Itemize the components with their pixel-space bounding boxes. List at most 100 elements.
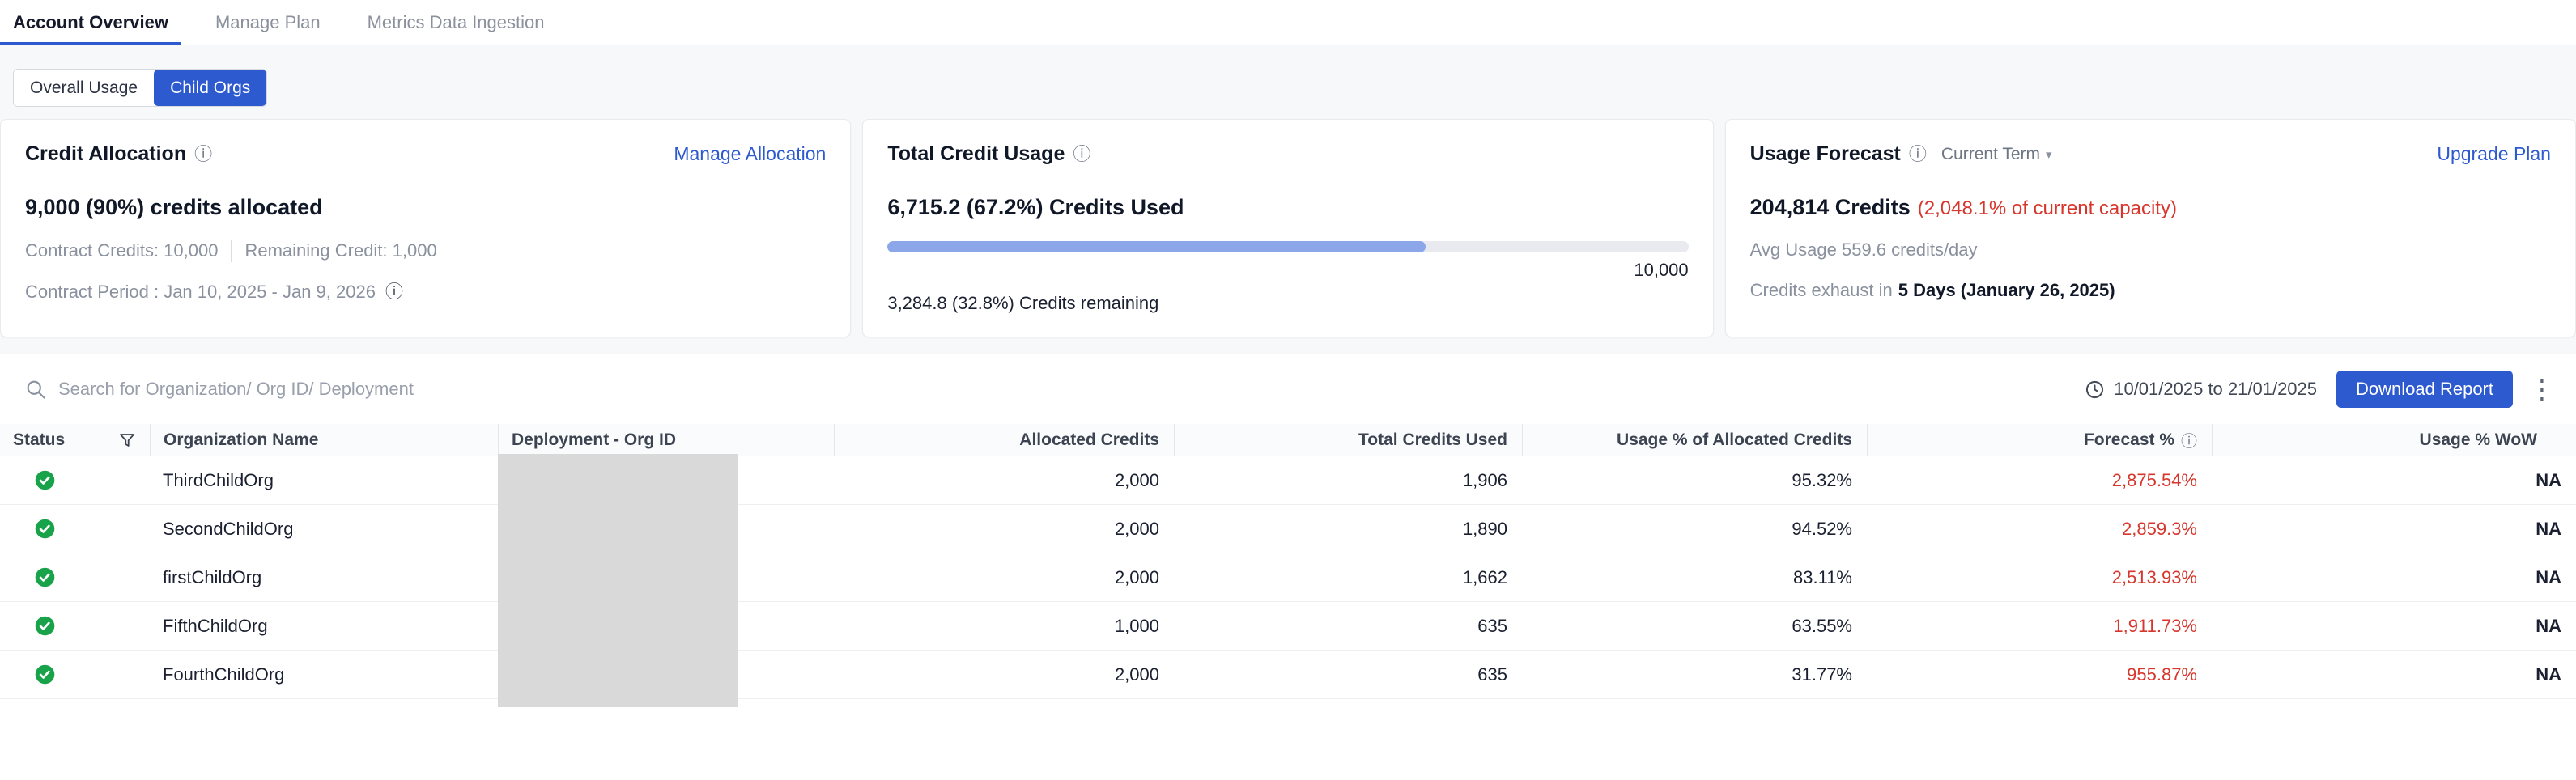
total-credit-usage-title: Total Credit Usage [887, 142, 1065, 166]
search-icon [24, 378, 47, 401]
status-ok-icon [34, 518, 56, 540]
org-name-cell: SecondChildOrg [150, 505, 498, 553]
redacted-deployment-column [498, 454, 738, 707]
usage-wow-cell: NA [2212, 602, 2576, 650]
col-header-organization-name[interactable]: Organization Name [150, 424, 498, 456]
total-credits-used-cell: 1,906 [1174, 456, 1522, 504]
total-credit-usage-card: Total Credit Usage ⓘ 6,715.2 (67.2%) Cre… [862, 119, 1713, 337]
info-icon[interactable]: ⓘ [1073, 146, 1090, 163]
org-name-cell: ThirdChildOrg [150, 456, 498, 504]
usage-wow-cell: NA [2212, 553, 2576, 601]
total-credits-used-cell: 1,662 [1174, 553, 1522, 601]
forecast-pct-cell: 2,875.54% [1867, 456, 2212, 504]
tab-account-overview[interactable]: Account Overview [0, 0, 181, 45]
table-row[interactable]: SecondChildOrg 2,000 1,890 94.52% 2,859.… [0, 505, 2576, 553]
upgrade-plan-link[interactable]: Upgrade Plan [2437, 143, 2551, 165]
search-input[interactable] [58, 379, 868, 400]
exhaust-date-text: 5 Days (January 26, 2025) [1898, 280, 2115, 301]
usage-progress-fill [887, 241, 1426, 252]
forecast-capacity-warning: (2,048.1% of current capacity) [1918, 197, 2177, 220]
table-row[interactable]: ThirdChildOrg 2,000 1,906 95.32% 2,875.5… [0, 456, 2576, 505]
usage-pct-cell: 83.11% [1522, 553, 1867, 601]
date-range-picker[interactable]: 10/01/2025 to 21/01/2025 [2084, 379, 2317, 401]
allocated-credits-cell: 2,000 [834, 651, 1174, 698]
segment-child-orgs[interactable]: Child Orgs [154, 70, 266, 106]
table-row[interactable]: FifthChildOrg 1,000 635 63.55% 1,911.73%… [0, 602, 2576, 651]
credits-remaining-text: 3,284.8 (32.8%) Credits remaining [887, 293, 1688, 314]
col-header-forecast-pct[interactable]: Forecast % ⓘ [1867, 424, 2212, 456]
total-credits-used-cell: 635 [1174, 602, 1522, 650]
credits-used-headline: 6,715.2 (67.2%) Credits Used [887, 195, 1688, 220]
contract-period-text: Contract Period : Jan 10, 2025 - Jan 9, … [25, 282, 376, 303]
col-header-allocated-credits[interactable]: Allocated Credits [834, 424, 1174, 456]
tab-metrics-data-ingestion[interactable]: Metrics Data Ingestion [355, 0, 558, 45]
allocated-credits-cell: 2,000 [834, 505, 1174, 553]
table-toolbar: 10/01/2025 to 21/01/2025 Download Report… [0, 354, 2576, 424]
forecast-pct-cell: 2,859.3% [1867, 505, 2212, 553]
status-ok-icon [34, 615, 56, 637]
info-icon[interactable]: ⓘ [1909, 146, 1927, 163]
usage-pct-cell: 95.32% [1522, 456, 1867, 504]
avg-usage-text: Avg Usage 559.6 credits/day [1750, 240, 1978, 261]
org-table-body: ThirdChildOrg 2,000 1,906 95.32% 2,875.5… [0, 456, 2576, 699]
org-name-cell: firstChildOrg [150, 553, 498, 601]
org-name-cell: FifthChildOrg [150, 602, 498, 650]
org-name-cell: FourthChildOrg [150, 651, 498, 698]
usage-wow-cell: NA [2212, 651, 2576, 698]
status-ok-icon [34, 566, 56, 588]
manage-allocation-link[interactable]: Manage Allocation [674, 143, 826, 165]
total-credits-used-cell: 1,890 [1174, 505, 1522, 553]
divider [231, 240, 232, 262]
allocated-credits-cell: 2,000 [834, 553, 1174, 601]
kebab-menu-icon[interactable]: ⋮ [2529, 376, 2555, 402]
segment-overall-usage[interactable]: Overall Usage [14, 70, 154, 106]
contract-credits-text: Contract Credits: 10,000 [25, 240, 218, 261]
table-header-row: Status Organization Name Deployment - Or… [0, 424, 2576, 456]
usage-forecast-card: Usage Forecast ⓘ Current Term ▾ Upgrade … [1725, 119, 2576, 337]
forecast-pct-cell: 2,513.93% [1867, 553, 2212, 601]
col-header-total-credits-used[interactable]: Total Credits Used [1174, 424, 1522, 456]
col-header-usage-wow[interactable]: Usage % WoW [2212, 424, 2576, 456]
total-credits-used-cell: 635 [1174, 651, 1522, 698]
col-header-status[interactable]: Status [0, 424, 150, 456]
usage-wow-cell: NA [2212, 505, 2576, 553]
forecast-pct-cell: 1,911.73% [1867, 602, 2212, 650]
usage-wow-cell: NA [2212, 456, 2576, 504]
status-ok-icon [34, 469, 56, 491]
table-row[interactable]: FourthChildOrg 2,000 635 31.77% 955.87% … [0, 651, 2576, 699]
term-selector[interactable]: Current Term ▾ [1941, 145, 2052, 164]
forecast-pct-cell: 955.87% [1867, 651, 2212, 698]
status-ok-icon [34, 663, 56, 685]
usage-pct-cell: 63.55% [1522, 602, 1867, 650]
info-icon[interactable]: ⓘ [385, 283, 403, 301]
usage-pct-cell: 94.52% [1522, 505, 1867, 553]
col-header-usage-pct[interactable]: Usage % of Allocated Credits [1522, 424, 1867, 456]
chevron-down-icon: ▾ [2046, 147, 2052, 162]
summary-cards: Credit Allocation ⓘ Manage Allocation 9,… [0, 119, 2576, 337]
table-row[interactable]: firstChildOrg 2,000 1,662 83.11% 2,513.9… [0, 553, 2576, 602]
progress-total-label: 10,000 [887, 260, 1688, 281]
download-report-button[interactable]: Download Report [2336, 371, 2513, 408]
exhaust-prefix-text: Credits exhaust in [1750, 280, 1893, 301]
usage-scope-segmented-control: Overall Usage Child Orgs [13, 69, 267, 107]
clock-icon [2084, 379, 2106, 401]
date-range-label: 10/01/2025 to 21/01/2025 [2114, 379, 2317, 400]
remaining-credit-text: Remaining Credit: 1,000 [244, 240, 436, 261]
filter-icon[interactable] [117, 430, 137, 450]
search-bar [24, 378, 2064, 401]
usage-pct-cell: 31.77% [1522, 651, 1867, 698]
app-root: Account Overview Manage Plan Metrics Dat… [0, 0, 2576, 780]
credit-allocation-card: Credit Allocation ⓘ Manage Allocation 9,… [0, 119, 851, 337]
org-table-section: 10/01/2025 to 21/01/2025 Download Report… [0, 354, 2576, 780]
term-selector-label: Current Term [1941, 145, 2040, 164]
overview-band: Overall Usage Child Orgs Credit Allocati… [0, 45, 2576, 354]
tab-manage-plan[interactable]: Manage Plan [202, 0, 334, 45]
allocated-credits-cell: 2,000 [834, 456, 1174, 504]
forecast-credits-headline: 204,814 Credits [1750, 195, 1911, 220]
credits-allocated-headline: 9,000 (90%) credits allocated [25, 195, 826, 220]
top-tab-bar: Account Overview Manage Plan Metrics Dat… [0, 0, 2576, 45]
col-header-deployment-org-id[interactable]: Deployment - Org ID [498, 424, 834, 456]
info-icon[interactable]: ⓘ [2181, 428, 2197, 451]
allocated-credits-cell: 1,000 [834, 602, 1174, 650]
info-icon[interactable]: ⓘ [194, 146, 212, 163]
